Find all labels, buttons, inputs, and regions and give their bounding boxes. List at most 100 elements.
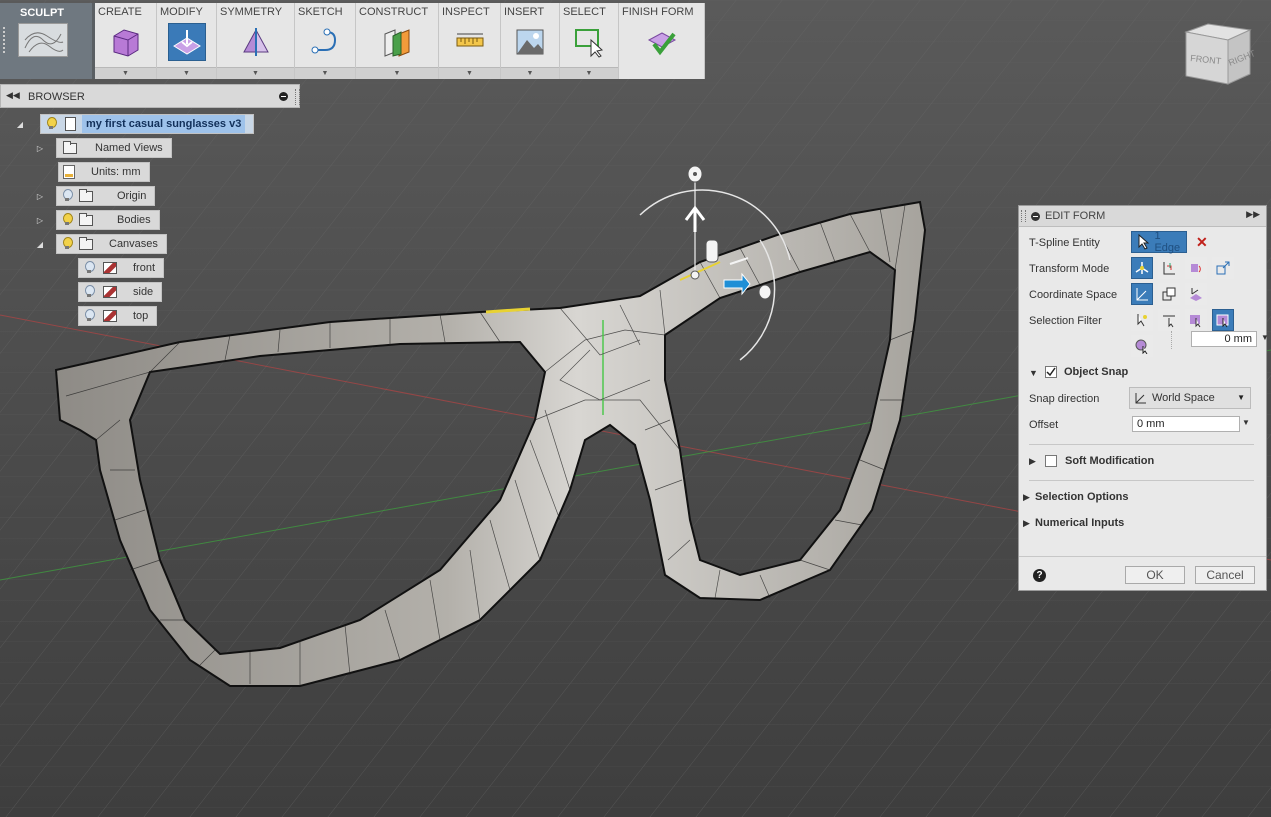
dialog-expand-icon[interactable]: ▶▶	[1246, 209, 1260, 220]
visibility-bulb-icon[interactable]	[83, 261, 95, 275]
create-dropdown-icon[interactable]: ▼	[95, 67, 156, 79]
selection-options-label[interactable]: Selection Options	[1035, 491, 1129, 503]
workspace-switcher[interactable]: SCULPT	[0, 3, 95, 79]
browser-collapse-icon[interactable]: ◀◀	[6, 90, 20, 101]
object-snap-toggle-icon[interactable]: ▼	[1029, 368, 1038, 378]
browser-item-units[interactable]: Units: mm	[34, 162, 150, 182]
insert-dropdown-icon[interactable]: ▼	[501, 67, 559, 79]
component-icon	[65, 117, 76, 131]
select-menu[interactable]: SELECT ▼	[560, 3, 619, 79]
vertex-filter-icon[interactable]	[1131, 309, 1153, 331]
dialog-minimize-icon[interactable]	[1031, 212, 1040, 221]
browser-item-canvas-top[interactable]: top	[66, 306, 158, 326]
bodies-label: Bodies	[117, 214, 151, 226]
construct-dropdown-icon[interactable]: ▼	[356, 67, 438, 79]
divider	[1029, 480, 1254, 481]
sketch-dropdown-icon[interactable]: ▼	[295, 67, 355, 79]
inspect-dropdown-icon[interactable]: ▼	[439, 67, 500, 79]
browser-grip-icon[interactable]	[295, 89, 300, 105]
browser-item-canvases[interactable]: ◢ Canvases	[34, 234, 167, 254]
canvas-image-icon	[103, 310, 117, 322]
root-label: my first casual sunglasses v3	[82, 115, 246, 133]
coordinate-space-label: Coordinate Space	[1029, 289, 1118, 301]
object-snap-checkbox[interactable]	[1045, 366, 1057, 378]
browser-minimize-icon[interactable]	[279, 92, 288, 101]
rotation-icon[interactable]	[1185, 257, 1207, 279]
symmetry-dropdown-icon[interactable]: ▼	[217, 67, 294, 79]
translation-icon[interactable]	[1158, 257, 1180, 279]
create-menu[interactable]: CREATE ▼	[95, 3, 157, 79]
view-cube[interactable]: FRONT RIGHT	[1182, 22, 1254, 86]
offset-field[interactable]: 0 mm	[1132, 416, 1240, 432]
sketch-label: SKETCH	[298, 6, 343, 18]
select-dropdown-icon[interactable]: ▼	[560, 67, 618, 79]
modify-label: MODIFY	[160, 6, 203, 18]
browser-item-canvas-front[interactable]: front	[66, 258, 165, 278]
browser-item-bodies[interactable]: ▷ Bodies	[34, 210, 160, 230]
collapse-arrow-icon[interactable]: ◢	[34, 240, 46, 249]
world-space-icon[interactable]	[1131, 283, 1153, 305]
soft-modification-checkbox[interactable]	[1045, 455, 1057, 467]
world-axis-icon	[1135, 393, 1146, 404]
browser-root-node[interactable]: ◢ my first casual sunglasses v3	[14, 114, 255, 134]
visibility-bulb-icon[interactable]	[61, 213, 73, 227]
numerical-inputs-label[interactable]: Numerical Inputs	[1035, 517, 1124, 529]
numerical-inputs-expand-icon[interactable]: ▶	[1023, 518, 1030, 529]
collapse-arrow-icon[interactable]: ◢	[14, 120, 26, 129]
browser-item-named-views[interactable]: ▷ Named Views	[34, 138, 172, 158]
face-filter-icon[interactable]	[1185, 309, 1207, 331]
folder-icon	[79, 236, 93, 250]
browser-item-canvas-side[interactable]: side	[66, 282, 163, 302]
edge-filter-icon[interactable]	[1158, 309, 1180, 331]
offset-dropdown-icon[interactable]: ▼	[1242, 418, 1250, 427]
inspect-menu[interactable]: INSPECT ▼	[439, 3, 501, 79]
sketch-menu[interactable]: SKETCH ▼	[295, 3, 356, 79]
modify-dropdown-icon[interactable]: ▼	[157, 67, 216, 79]
finish-form-menu[interactable]: FINISH FORM	[619, 3, 705, 79]
divider	[1029, 444, 1254, 445]
visibility-bulb-icon[interactable]	[61, 189, 73, 203]
symmetry-label: SYMMETRY	[220, 6, 283, 18]
offset-label: Offset	[1029, 419, 1059, 431]
symmetry-menu[interactable]: SYMMETRY ▼	[217, 3, 295, 79]
visibility-bulb-icon[interactable]	[45, 117, 57, 131]
selection-options-expand-icon[interactable]: ▶	[1023, 492, 1030, 503]
construct-menu[interactable]: CONSTRUCT ▼	[356, 3, 439, 79]
visibility-bulb-icon[interactable]	[83, 285, 95, 299]
expand-arrow-icon[interactable]: ▷	[34, 216, 46, 225]
filter-distance-field[interactable]: 0 mm	[1191, 331, 1257, 347]
browser-item-origin[interactable]: ▷ Origin	[34, 186, 156, 206]
bodies-chip: Bodies	[56, 210, 160, 230]
visibility-bulb-icon[interactable]	[61, 237, 73, 251]
soft-modification-expand-icon[interactable]: ▶	[1029, 456, 1036, 467]
insert-menu[interactable]: INSERT ▼	[501, 3, 560, 79]
visibility-bulb-icon[interactable]	[83, 309, 95, 323]
edit-form-header[interactable]: EDIT FORM ▶▶	[1019, 206, 1266, 227]
expand-arrow-icon[interactable]: ▷	[34, 144, 46, 153]
object-filter-icon[interactable]	[1131, 335, 1153, 357]
toolbar-grip[interactable]	[3, 27, 9, 53]
workspace-label: SCULPT	[20, 7, 64, 19]
help-icon[interactable]: ?	[1033, 569, 1046, 582]
top-chip: top	[78, 306, 158, 326]
dialog-grip-icon[interactable]	[1021, 210, 1026, 222]
body-filter-icon[interactable]	[1212, 309, 1234, 331]
clear-selection-icon[interactable]: ✕	[1196, 234, 1208, 251]
inspect-label: INSPECT	[442, 6, 490, 18]
multi-transform-icon[interactable]	[1131, 257, 1153, 279]
cancel-button[interactable]: Cancel	[1195, 566, 1255, 584]
modify-menu[interactable]: MODIFY ▼	[157, 3, 217, 79]
local-space-icon[interactable]	[1185, 283, 1207, 305]
edit-form-dialog: EDIT FORM ▶▶ T-Spline Entity 1 Edge ✕ Tr…	[1018, 205, 1269, 591]
view-space-icon[interactable]	[1158, 283, 1180, 305]
filter-distance-dropdown-icon[interactable]: ▼	[1261, 333, 1269, 342]
scale-icon[interactable]	[1212, 257, 1234, 279]
expand-arrow-icon[interactable]: ▷	[34, 192, 46, 201]
tspline-entity-selector[interactable]: 1 Edge	[1131, 230, 1187, 254]
ribbon-toolbar: SCULPT CREATE ▼ MODIFY ▼ SYMMETRY ▼ SKET…	[0, 3, 705, 79]
ok-button[interactable]: OK	[1125, 566, 1185, 584]
measure-icon	[451, 23, 489, 61]
transform-mode-label: Transform Mode	[1029, 263, 1110, 275]
snap-direction-select[interactable]: World Space ▼	[1129, 387, 1251, 409]
units-chip: Units: mm	[58, 162, 150, 182]
